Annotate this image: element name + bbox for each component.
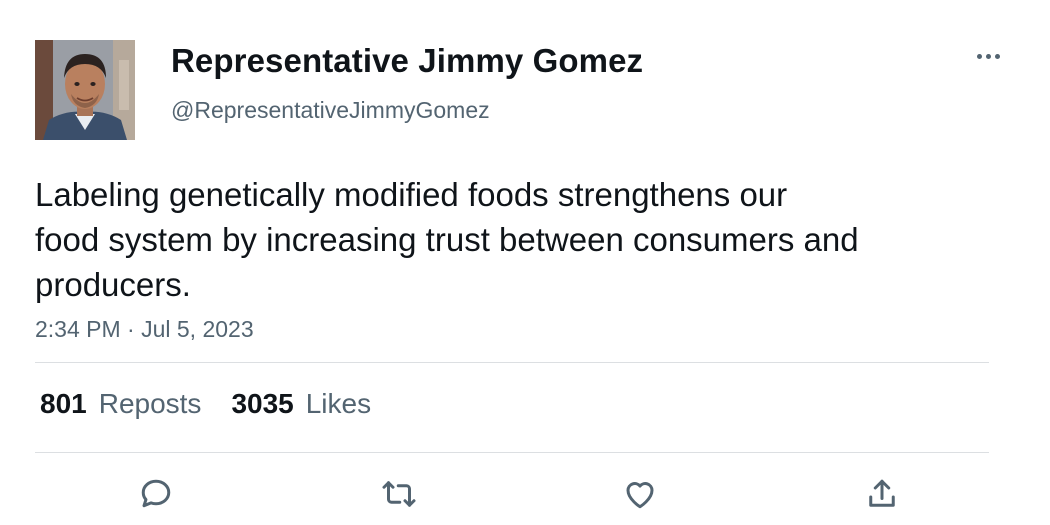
repost-button[interactable]: [379, 474, 419, 514]
divider: [35, 452, 989, 453]
divider: [35, 362, 989, 363]
more-dot-icon: [994, 53, 1000, 59]
engagement-stats: 801 Reposts 3035 Likes: [40, 388, 371, 420]
reposts-stat[interactable]: 801 Reposts: [40, 388, 201, 420]
tweet-card: Representative Jimmy Gomez @Representati…: [0, 0, 1050, 525]
avatar[interactable]: [35, 40, 135, 140]
tweet-text-line: producers.: [35, 266, 191, 303]
more-options-button[interactable]: [968, 42, 1008, 70]
like-button[interactable]: [620, 474, 660, 514]
tweet-text-line: Labeling genetically modified foods stre…: [35, 176, 788, 213]
reply-icon: [141, 479, 171, 508]
reposts-count: 801: [40, 388, 87, 419]
repost-icon: [382, 481, 416, 507]
tweet-timestamp[interactable]: 2:34 PM · Jul 5, 2023: [35, 316, 254, 343]
more-dot-icon: [985, 53, 991, 59]
like-icon: [626, 482, 654, 509]
more-dot-icon: [976, 53, 982, 59]
author-display-name[interactable]: Representative Jimmy Gomez: [171, 42, 643, 80]
likes-count: 3035: [231, 388, 294, 419]
share-icon: [869, 479, 895, 507]
tweet-text: Labeling genetically modified foods stre…: [35, 172, 955, 307]
share-button[interactable]: [862, 474, 902, 514]
tweet-text-line: food system by increasing trust between …: [35, 221, 859, 258]
reposts-label: Reposts: [98, 388, 202, 419]
likes-stat[interactable]: 3035 Likes: [231, 388, 371, 420]
author-handle[interactable]: @RepresentativeJimmyGomez: [171, 97, 490, 124]
reply-button[interactable]: [136, 474, 176, 514]
likes-label: Likes: [305, 388, 372, 419]
profile-photo-icon: [35, 40, 135, 140]
